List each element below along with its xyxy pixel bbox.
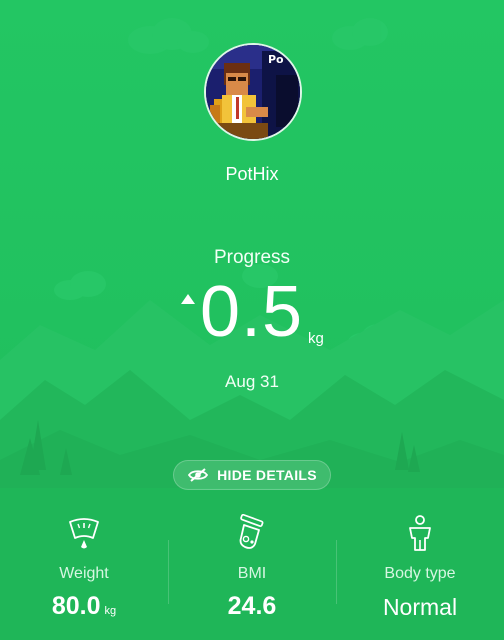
- metric-value: 80.0 kg: [0, 592, 168, 621]
- progress-value: 0.5: [200, 272, 304, 352]
- progress-date: Aug 31: [225, 372, 279, 391]
- avatar-overlay-text: Po: [268, 53, 284, 66]
- up-arrow-icon: [181, 294, 195, 304]
- avatar-image: [206, 45, 300, 139]
- metric-body-type[interactable]: Body type Normal: [336, 506, 504, 640]
- hide-details-button[interactable]: HIDE DETAILS: [173, 460, 331, 490]
- hide-details-label: HIDE DETAILS: [217, 467, 317, 483]
- avatar[interactable]: Po: [206, 45, 300, 139]
- metric-label: BMI: [237, 565, 267, 582]
- app-screen: Po PotHix Progress 0.5 kg Aug 31 HIDE DE…: [0, 0, 504, 640]
- progress-value-row: 0.5 kg: [0, 276, 504, 356]
- progress-unit: kg: [308, 330, 324, 347]
- metric-number: Normal: [382, 594, 458, 620]
- scale-icon: [64, 514, 104, 554]
- metric-value: Normal: [336, 594, 504, 621]
- metric-bmi[interactable]: BMI 24.6: [168, 506, 336, 640]
- metric-weight[interactable]: Weight 80.0 kg: [0, 506, 168, 640]
- body-type-icon: [400, 514, 440, 554]
- metrics-bar: Weight 80.0 kg BMI 24.6 Body type Normal: [0, 506, 504, 640]
- metric-unit: kg: [104, 605, 117, 617]
- bmi-icon: [232, 513, 272, 554]
- metric-number: 24.6: [227, 592, 277, 620]
- eye-slash-icon: [187, 467, 209, 483]
- progress-label: Progress: [213, 247, 291, 268]
- username: PotHix: [225, 164, 279, 184]
- metric-value: 24.6: [168, 592, 336, 621]
- metric-number: 80.0: [51, 592, 101, 620]
- metric-label: Weight: [59, 565, 109, 582]
- metric-label: Body type: [384, 565, 456, 582]
